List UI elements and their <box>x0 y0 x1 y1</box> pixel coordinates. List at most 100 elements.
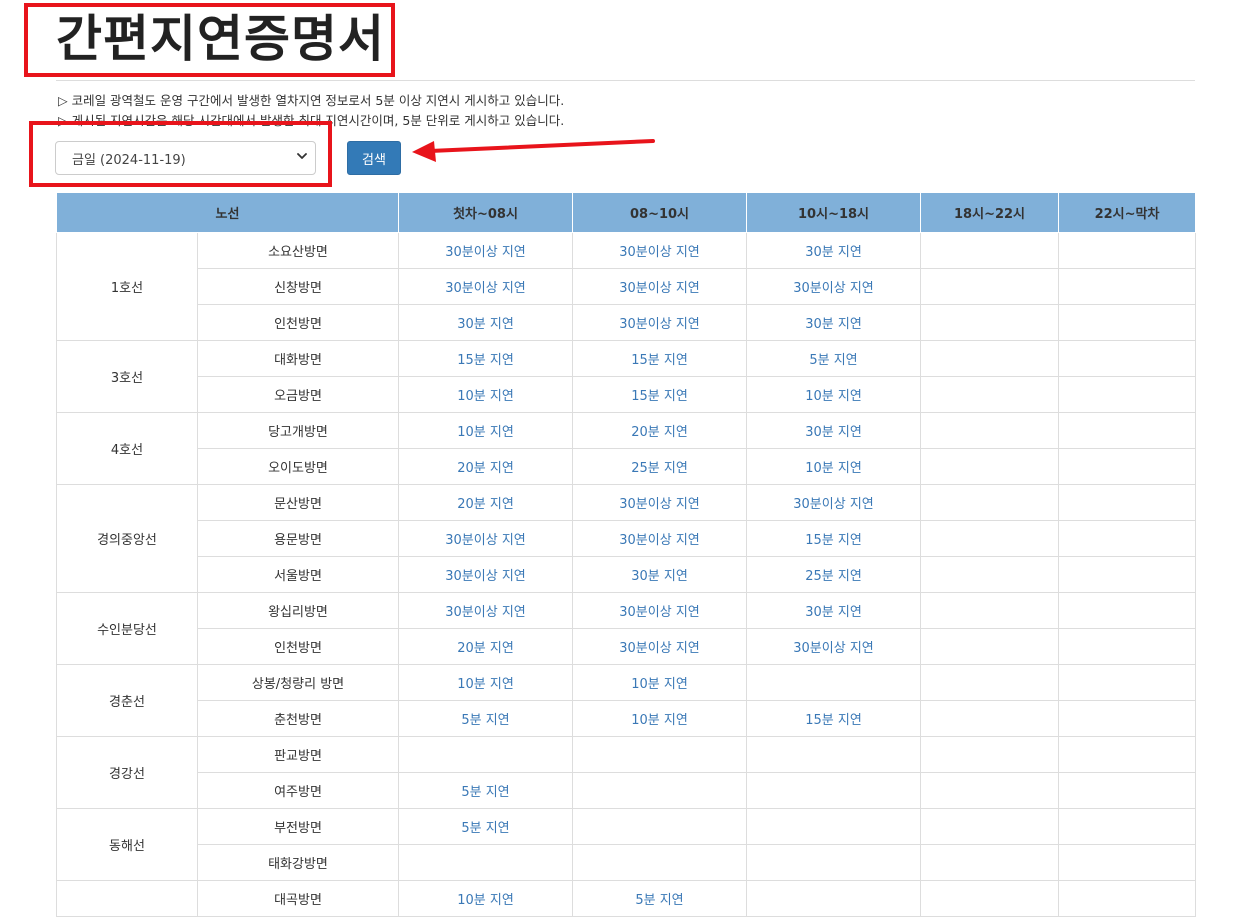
delay-cell <box>398 736 574 773</box>
line-name: 3호선 <box>56 340 198 413</box>
delay-cell <box>1058 520 1197 557</box>
delay-cell: 30분이상 지연 <box>746 628 922 665</box>
delay-table: 노선 첫차~08시 08~10시 10시~18시 18시~22시 22시~막차 … <box>55 192 1197 917</box>
delay-cell <box>1058 340 1197 377</box>
direction-name: 대화방면 <box>196 340 400 377</box>
delay-cell <box>572 736 748 773</box>
table-row: 동해선 부전방면 5분 지연 <box>56 808 1197 881</box>
direction-name: 오이도방면 <box>196 448 400 485</box>
delay-cell: 5분 지연 <box>572 880 748 917</box>
direction-name: 태화강방면 <box>196 844 400 881</box>
delay-cell <box>746 880 922 917</box>
delay-cell: 10분 지연 <box>572 700 748 737</box>
direction-name: 인천방면 <box>196 628 400 665</box>
title-divider <box>56 80 1195 81</box>
delay-cell: 10분 지연 <box>746 376 922 413</box>
delay-cell <box>1058 808 1197 845</box>
table-row: 인천방면 20분 지연 30분이상 지연 30분이상 지연 <box>57 628 1197 665</box>
delay-cell: 30분이상 지연 <box>398 232 574 269</box>
delay-cell: 30분이상 지연 <box>572 268 748 305</box>
delay-cell <box>1058 268 1197 305</box>
table-row: 경의중앙선 문산방면 20분 지연 30분이상 지연 30분이상 지연 <box>56 484 1197 593</box>
line-name: 경강선 <box>56 736 198 809</box>
delay-cell: 30분 지연 <box>746 232 922 269</box>
direction-name: 상봉/청량리 방면 <box>196 664 400 701</box>
delay-cell <box>920 376 1060 413</box>
delay-cell <box>1058 880 1197 917</box>
line-name: 경춘선 <box>56 664 198 737</box>
header-10-to-18: 10시~18시 <box>746 192 922 233</box>
table-row: 3호선 대화방면 15분 지연 15분 지연 5분 지연 <box>56 340 1197 413</box>
line-name <box>56 880 198 917</box>
delay-cell: 10분 지연 <box>398 376 574 413</box>
delay-cell <box>1058 484 1197 521</box>
table-row: 대곡방면 10분 지연 5분 지연 <box>56 880 1197 917</box>
table-header-row: 노선 첫차~08시 08~10시 10시~18시 18시~22시 22시~막차 <box>55 192 1197 233</box>
delay-cell <box>1058 304 1197 341</box>
delay-cell <box>920 556 1060 593</box>
table-row: 서울방면 30분이상 지연 30분 지연 25분 지연 <box>57 556 1197 593</box>
delay-cell: 30분이상 지연 <box>398 520 574 557</box>
direction-name: 인천방면 <box>196 304 400 341</box>
title-highlight-box <box>24 3 395 77</box>
delay-cell <box>746 736 922 773</box>
direction-name: 당고개방면 <box>196 412 400 449</box>
header-22-to-last: 22시~막차 <box>1058 192 1197 233</box>
direction-name: 소요산방면 <box>196 232 400 269</box>
delay-cell <box>1058 412 1197 449</box>
delay-cell: 10분 지연 <box>572 664 748 701</box>
direction-name: 서울방면 <box>196 556 400 593</box>
direction-name: 부전방면 <box>196 808 400 845</box>
delay-cell: 10분 지연 <box>398 412 574 449</box>
direction-name: 여주방면 <box>196 772 400 809</box>
delay-cell <box>1058 448 1197 485</box>
direction-name: 용문방면 <box>196 520 400 557</box>
search-button[interactable]: 검색 <box>347 141 401 175</box>
table-row: 여주방면 5분 지연 <box>57 772 1197 809</box>
delay-cell <box>1058 844 1197 881</box>
delay-cell: 10분 지연 <box>746 448 922 485</box>
delay-cell <box>1058 628 1197 665</box>
delay-cell <box>920 628 1060 665</box>
delay-cell: 15분 지연 <box>398 340 574 377</box>
header-08-to-10: 08~10시 <box>572 192 748 233</box>
delay-cell <box>920 340 1060 377</box>
delay-cell <box>920 808 1060 845</box>
header-18-to-22: 18시~22시 <box>920 192 1060 233</box>
delay-cell <box>746 808 922 845</box>
delay-cell: 15분 지연 <box>746 700 922 737</box>
delay-cell: 30분이상 지연 <box>398 592 574 629</box>
delay-cell: 5분 지연 <box>746 340 922 377</box>
delay-cell: 20분 지연 <box>398 484 574 521</box>
delay-cell: 20분 지연 <box>572 412 748 449</box>
line-name: 1호선 <box>56 232 198 341</box>
table-row: 1호선 소요산방면 30분이상 지연 30분이상 지연 30분 지연 <box>56 232 1197 341</box>
delay-cell <box>920 736 1060 773</box>
delay-cell <box>1058 772 1197 809</box>
direction-name: 대곡방면 <box>196 880 400 917</box>
notice-line-1: ▷ 코레일 광역철도 운영 구간에서 발생한 열차지연 정보로서 5분 이상 지… <box>58 93 565 108</box>
table-row: 신창방면 30분이상 지연 30분이상 지연 30분이상 지연 <box>57 268 1197 305</box>
delay-cell: 10분 지연 <box>398 664 574 701</box>
delay-cell <box>1058 736 1197 773</box>
delay-cell <box>920 304 1060 341</box>
header-route: 노선 <box>55 192 400 233</box>
delay-cell: 30분이상 지연 <box>572 628 748 665</box>
delay-cell <box>920 412 1060 449</box>
red-arrow-annotation <box>412 139 655 162</box>
delay-cell: 30분 지연 <box>746 304 922 341</box>
delay-cell: 30분이상 지연 <box>572 592 748 629</box>
line-name: 경의중앙선 <box>56 484 198 593</box>
table-row: 오금방면 10분 지연 15분 지연 10분 지연 <box>57 376 1197 413</box>
delay-cell <box>572 808 748 845</box>
direction-name: 왕십리방면 <box>196 592 400 629</box>
delay-cell <box>1058 700 1197 737</box>
delay-cell <box>572 844 748 881</box>
delay-cell: 15분 지연 <box>746 520 922 557</box>
delay-cell: 20분 지연 <box>398 448 574 485</box>
delay-cell <box>398 844 574 881</box>
delay-cell <box>920 232 1060 269</box>
delay-cell <box>1058 232 1197 269</box>
table-row: 경강선 판교방면 <box>56 736 1197 809</box>
delay-cell: 30분이상 지연 <box>572 520 748 557</box>
